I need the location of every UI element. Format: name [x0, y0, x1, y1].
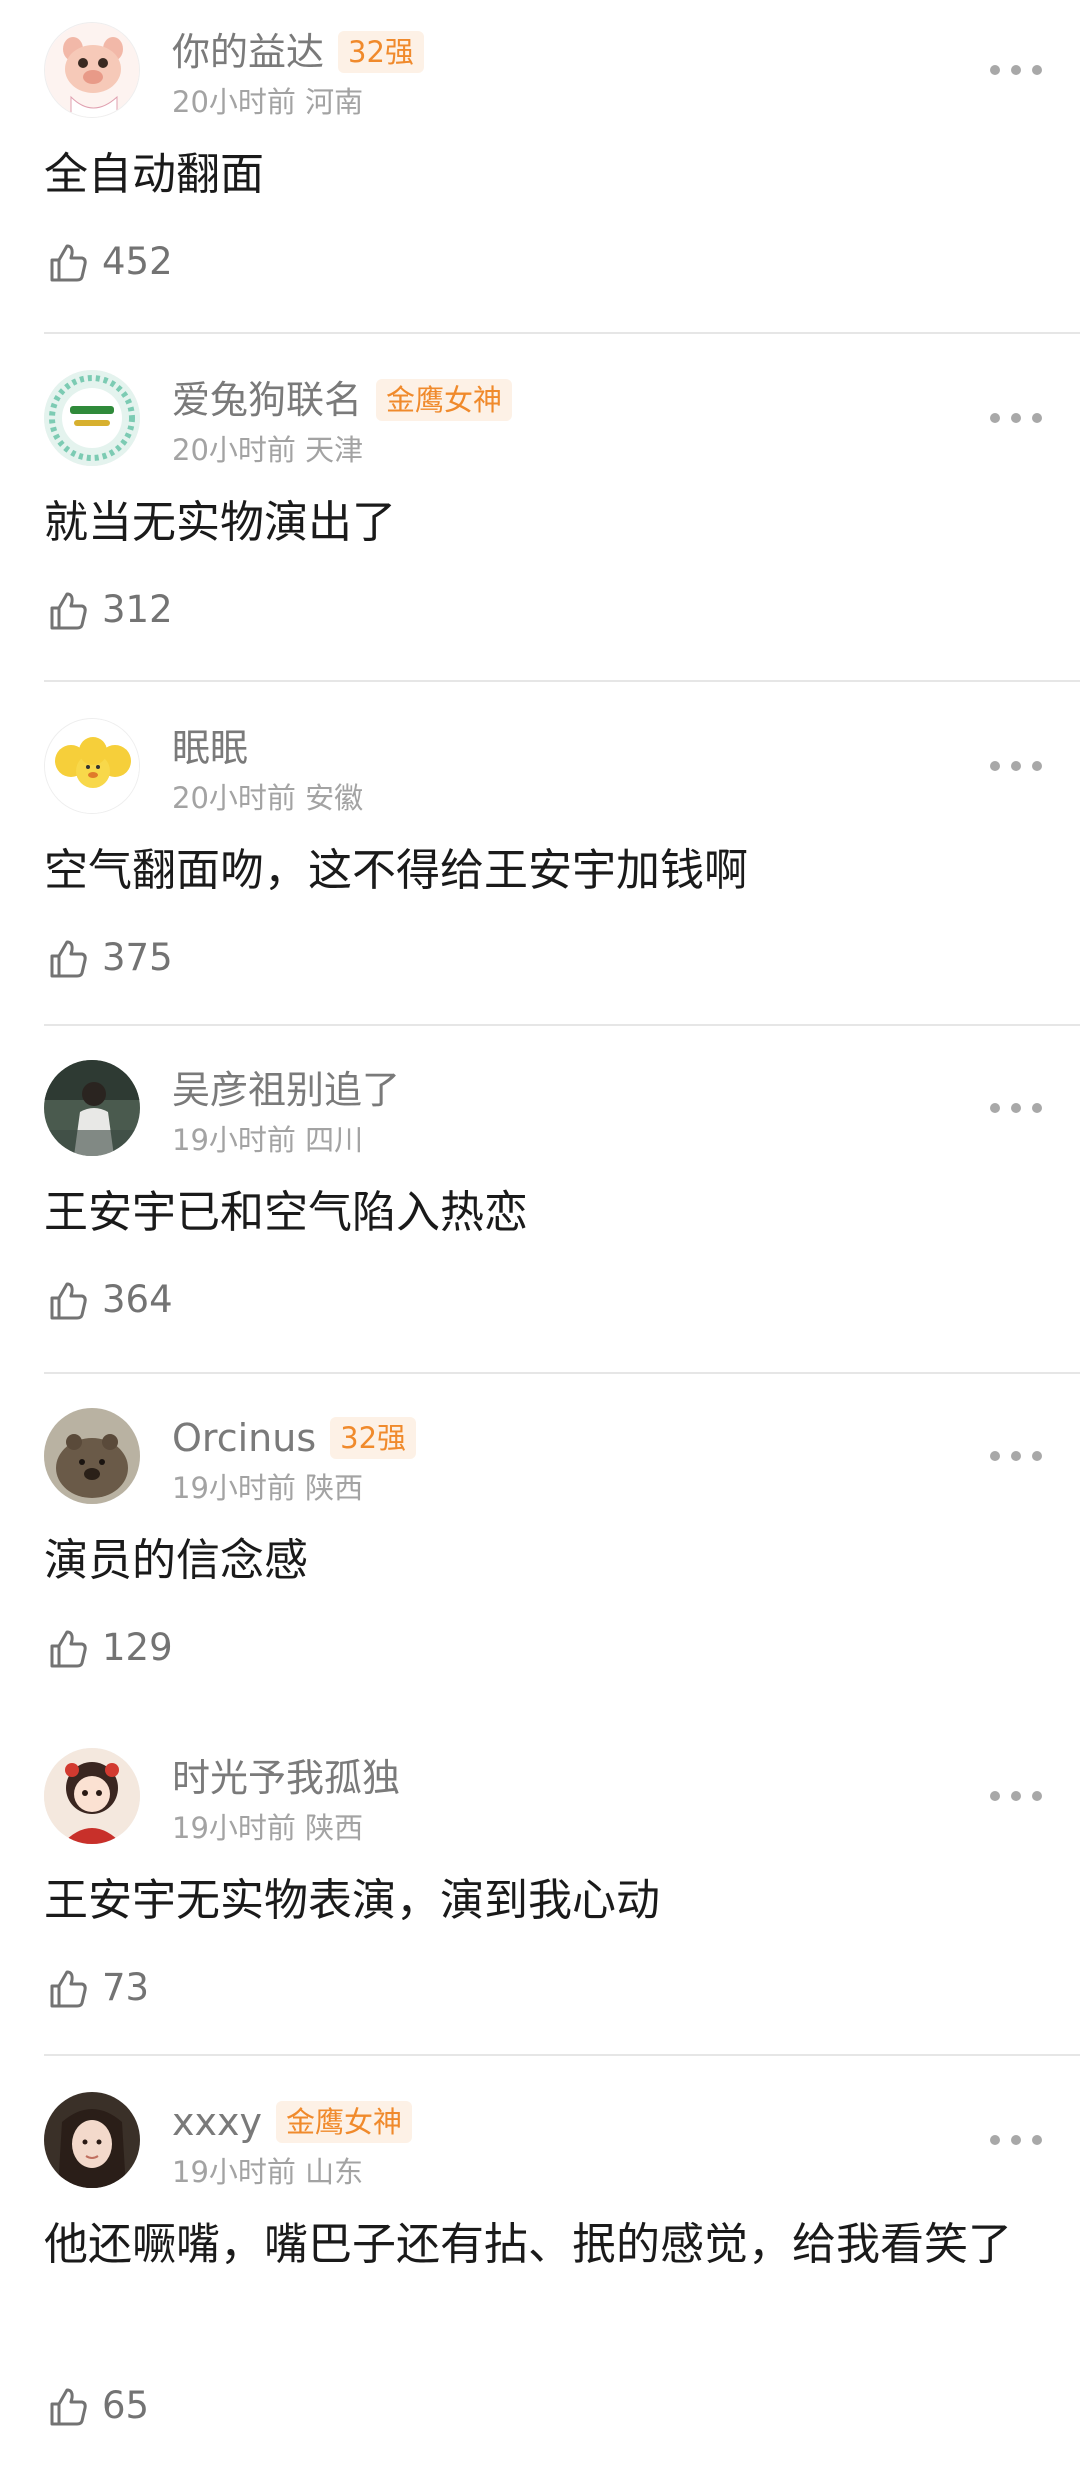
name-row: Orcinus 32强 [172, 1414, 417, 1462]
avatar[interactable] [44, 1060, 140, 1156]
comment-location: 四川 [305, 1123, 364, 1157]
more-options-button[interactable] [990, 60, 1042, 80]
comment-time: 20小时前 [172, 85, 296, 119]
person-photo-icon [44, 1060, 140, 1156]
thumbs-up-icon [50, 244, 87, 282]
comment-time: 19小时前 [172, 2155, 296, 2189]
rank-badge: 32强 [338, 31, 424, 73]
thumbs-up-icon [50, 1630, 87, 1668]
comment-text: 他还噘嘴，嘴巴子还有拈、抿的感觉，给我看笑了 [44, 2219, 1012, 2270]
comment-text: 空气翻面吻，这不得给王安宇加钱啊 [44, 845, 748, 896]
name-row: 眠眠 [172, 724, 248, 772]
username[interactable]: 吴彦祖别追了 [172, 1066, 400, 1114]
divider [44, 332, 1080, 334]
name-row: 爱兔狗联名 金鹰女神 [172, 376, 513, 424]
comment-time: 19小时前 [172, 1811, 296, 1845]
comment-meta: 20小时前 河南 [172, 84, 363, 120]
more-options-button[interactable] [990, 1786, 1042, 1806]
avatar[interactable] [44, 370, 140, 466]
rank-badge: 32强 [330, 1417, 417, 1459]
like-count: 375 [102, 936, 173, 979]
comment-meta: 20小时前 天津 [172, 432, 363, 468]
avatar[interactable] [44, 2092, 140, 2188]
more-options-button[interactable] [990, 2130, 1042, 2150]
like-button[interactable]: 364 [46, 1274, 173, 1326]
like-count: 312 [102, 588, 173, 631]
username[interactable]: 时光予我孤独 [172, 1754, 400, 1802]
avatar[interactable] [44, 718, 140, 814]
divider [44, 680, 1080, 682]
name-row: 时光予我孤独 [172, 1754, 400, 1802]
username[interactable]: Orcinus [172, 1414, 316, 1462]
like-count: 452 [102, 240, 173, 283]
comment-time: 20小时前 [172, 781, 296, 815]
more-options-button[interactable] [990, 1446, 1042, 1466]
pig-cartoon-icon [45, 23, 139, 117]
username[interactable]: 眠眠 [172, 724, 248, 772]
comment-location: 安徽 [305, 781, 364, 815]
girl-illustration-icon [44, 1748, 140, 1844]
like-button[interactable]: 65 [46, 2380, 149, 2432]
rank-badge: 金鹰女神 [376, 379, 513, 421]
girl-photo-icon [44, 2092, 140, 2188]
rank-badge: 金鹰女神 [275, 2101, 412, 2143]
name-row: 你的益达 32强 [172, 28, 424, 76]
name-row: xxxy 金鹰女神 [172, 2098, 412, 2146]
more-options-button[interactable] [990, 756, 1042, 776]
comment-text: 就当无实物演出了 [44, 497, 396, 548]
name-row: 吴彦祖别追了 [172, 1066, 400, 1114]
like-button[interactable]: 73 [46, 1962, 149, 2014]
like-button[interactable]: 312 [46, 584, 173, 636]
like-button[interactable]: 452 [46, 236, 173, 288]
username[interactable]: 你的益达 [172, 28, 324, 76]
thumbs-up-icon [50, 1282, 87, 1320]
avatar[interactable] [44, 1408, 140, 1504]
divider [44, 2054, 1080, 2056]
comment-meta: 19小时前 山东 [172, 2154, 363, 2190]
comment-text: 王安宇无实物表演，演到我心动 [44, 1875, 660, 1926]
comment-location: 天津 [305, 433, 364, 467]
comment-text: 演员的信念感 [44, 1535, 308, 1586]
wombat-photo-icon [44, 1408, 140, 1504]
thumbs-up-icon [50, 1970, 87, 2008]
thumbs-up-icon [50, 940, 87, 978]
comment-meta: 19小时前 陕西 [172, 1810, 363, 1846]
green-sticker-icon [44, 370, 140, 466]
comment-text: 王安宇已和空气陷入热恋 [44, 1187, 528, 1238]
like-count: 129 [102, 1626, 173, 1669]
like-button[interactable]: 129 [46, 1622, 173, 1674]
username[interactable]: 爱兔狗联名 [172, 376, 362, 424]
like-count: 73 [102, 1966, 150, 2009]
like-button[interactable]: 375 [46, 932, 173, 984]
comment-location: 山东 [305, 2155, 364, 2189]
avatar[interactable] [44, 1748, 140, 1844]
comment-time: 20小时前 [172, 433, 296, 467]
comment-time: 19小时前 [172, 1123, 296, 1157]
comment-location: 陕西 [305, 1811, 364, 1845]
comment-meta: 19小时前 四川 [172, 1122, 363, 1158]
username[interactable]: xxxy [172, 2098, 262, 2146]
comment-meta: 19小时前 陕西 [172, 1470, 363, 1506]
comment-location: 陕西 [305, 1471, 364, 1505]
thumbs-up-icon [50, 2388, 87, 2426]
yellow-chicks-icon [45, 719, 139, 813]
avatar[interactable] [44, 22, 140, 118]
divider [44, 1024, 1080, 1026]
comment-text: 全自动翻面 [44, 149, 264, 200]
like-count: 65 [102, 2384, 150, 2427]
more-options-button[interactable] [990, 408, 1042, 428]
comment-location: 河南 [305, 85, 364, 119]
comment-time: 19小时前 [172, 1471, 296, 1505]
more-options-button[interactable] [990, 1098, 1042, 1118]
divider [44, 1372, 1080, 1374]
comment-meta: 20小时前 安徽 [172, 780, 363, 816]
like-count: 364 [102, 1278, 173, 1321]
thumbs-up-icon [50, 592, 87, 630]
